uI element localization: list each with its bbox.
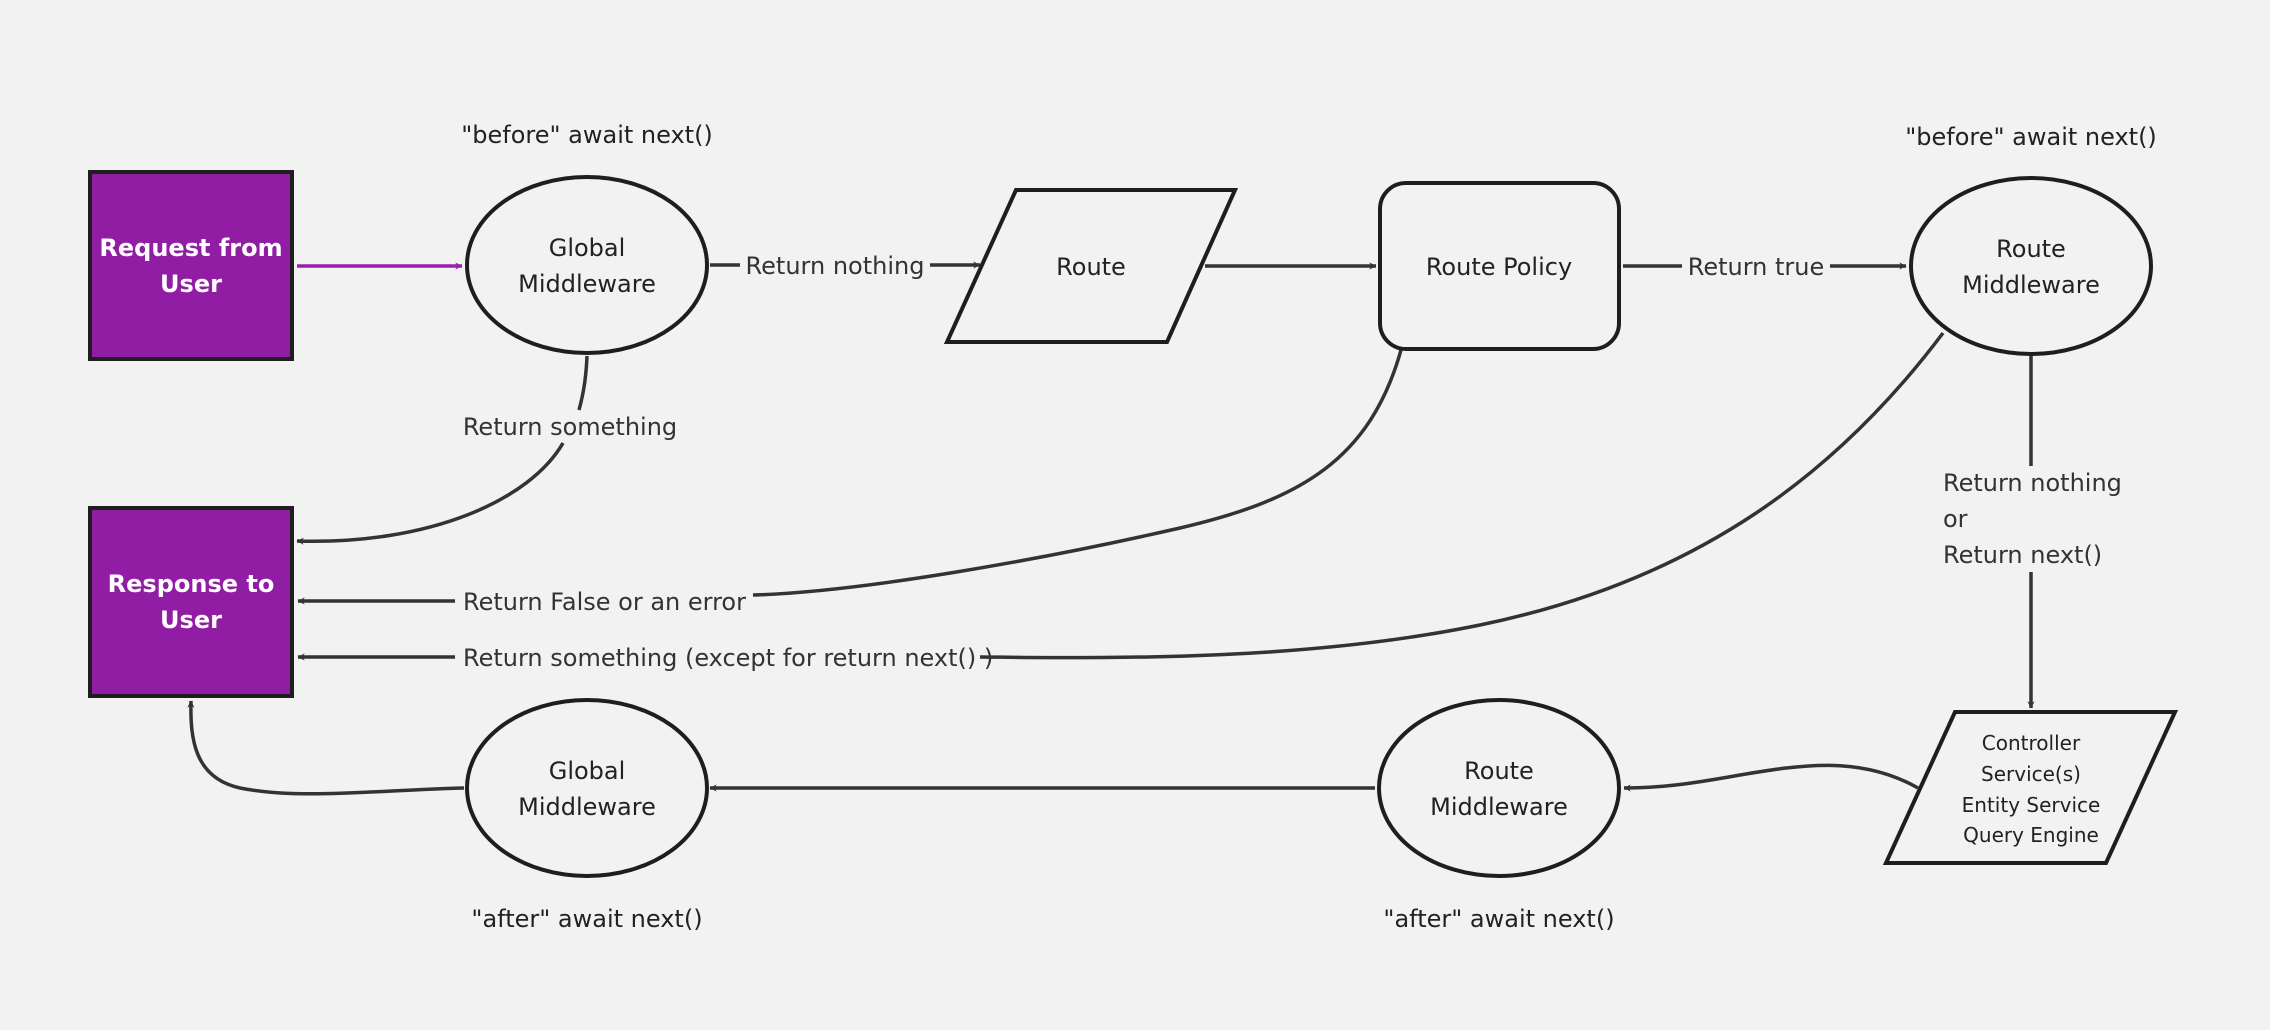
edge-label-return-nothing: Return nothing (746, 252, 925, 280)
edges (187, 261, 2035, 796)
route-mw-after-line2: Middleware (1430, 793, 1568, 821)
edge-label-return-false-or-error: Return False or an error (463, 588, 746, 616)
annotation-global-after: "after" await next() (471, 905, 702, 933)
edge-label-return-something: Return something (463, 413, 677, 441)
edge-label-return-nothing-line1: Return nothing (1943, 469, 2122, 497)
node-global-middleware-before[interactable]: Global Middleware (465, 175, 709, 355)
middleware-flow-diagram: Request from User Response to User Globa… (88, 121, 2179, 933)
edge-policy-to-response-curve[interactable] (752, 349, 1403, 597)
controller-line1: Controller (1982, 731, 2081, 755)
global-mw-after-line1: Global (549, 757, 626, 785)
route-policy-label: Route Policy (1426, 253, 1572, 281)
edge-route-mw-to-response-curve[interactable] (979, 331, 1945, 660)
route-label: Route (1056, 253, 1126, 281)
route-mw-before-line2: Middleware (1962, 271, 2100, 299)
node-route-policy[interactable]: Route Policy (1378, 181, 1621, 351)
global-mw-before-line2: Middleware (518, 270, 656, 298)
controller-line2: Service(s) (1981, 762, 2081, 786)
edge-global-to-response-seg2[interactable] (296, 442, 565, 545)
global-mw-before-line1: Global (549, 234, 626, 262)
edge-global-to-response-seg1[interactable] (577, 355, 589, 411)
request-label-line1: Request from (99, 234, 282, 262)
annotation-global-before: "before" await next() (461, 121, 713, 149)
global-mw-after-line2: Middleware (518, 793, 656, 821)
annotation-route-after: "after" await next() (1383, 905, 1614, 933)
edge-label-return-next-line3: Return next() (1943, 541, 2102, 569)
node-route-middleware-before[interactable]: Route Middleware (1909, 176, 2153, 356)
controller-line3: Entity Service (1962, 793, 2101, 817)
node-request-from-user[interactable]: Request from User (88, 170, 294, 361)
route-mw-before-line1: Route (1996, 235, 2066, 263)
node-controller[interactable]: Controller Service(s) Entity Service Que… (1882, 710, 2179, 865)
response-label-line2: User (160, 606, 222, 634)
node-route[interactable]: Route (943, 188, 1239, 344)
response-label-line1: Response to (108, 570, 275, 598)
edge-label-or-line2: or (1943, 505, 1968, 533)
edge-controller-to-route-mw-after[interactable] (1623, 763, 1919, 792)
annotation-route-before: "before" await next() (1905, 123, 2157, 151)
node-global-middleware-after[interactable]: Global Middleware (465, 698, 709, 878)
controller-line4: Query Engine (1963, 823, 2099, 847)
edge-label-return-true: Return true (1688, 253, 1825, 281)
node-route-middleware-after[interactable]: Route Middleware (1377, 698, 1621, 878)
route-mw-after-line1: Route (1464, 757, 1534, 785)
edge-global-after-to-response[interactable] (187, 700, 465, 796)
edge-label-return-something-except-next: Return something (except for return next… (463, 644, 993, 672)
node-response-to-user[interactable]: Response to User (88, 506, 294, 698)
request-label-line2: User (160, 270, 222, 298)
